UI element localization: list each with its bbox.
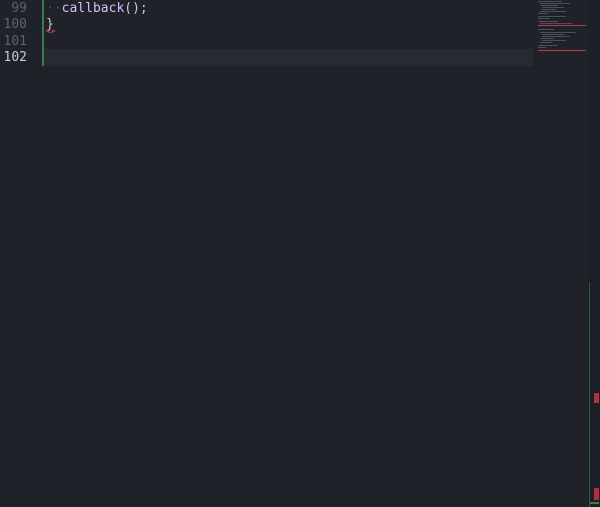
scrollbar-change-track: [589, 282, 590, 507]
punctuation-token: ();: [124, 1, 148, 16]
scrollbar-position-marker: [590, 502, 599, 504]
line-number: 99: [11, 1, 27, 16]
error-squiggle: [46, 29, 55, 33]
current-line-highlight: [44, 49, 533, 66]
scrollbar-error-marker[interactable]: [594, 488, 599, 500]
code-text-area[interactable]: ··callback(); }: [44, 0, 534, 507]
minimap[interactable]: [534, 0, 588, 60]
line-number: 100: [3, 17, 27, 32]
line-number-gutter[interactable]: 99 100 101 102: [0, 0, 40, 507]
code-line[interactable]: ··callback();: [46, 1, 148, 17]
line-number: 101: [3, 34, 27, 49]
code-editor[interactable]: 99 100 101 102 ··callback(); }: [0, 0, 600, 507]
function-call-token: callback: [61, 1, 125, 16]
whitespace-indicator: ··: [46, 1, 62, 16]
scrollbar-error-marker[interactable]: [594, 393, 599, 403]
line-number-active: 102: [3, 50, 27, 65]
